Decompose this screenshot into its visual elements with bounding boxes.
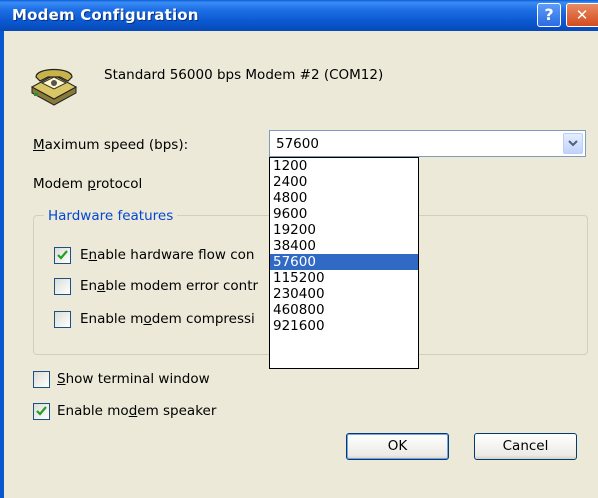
- speed-dropdown-list[interactable]: 1200 2400 4800 9600 19200 38400 57600 11…: [269, 157, 419, 369]
- flow-control-checkbox[interactable]: [54, 247, 71, 264]
- dialog-title: Modem Configuration: [12, 6, 199, 24]
- modem-speaker-checkbox[interactable]: [33, 403, 50, 420]
- max-speed-label: Maximum speed (bps):: [33, 137, 189, 153]
- help-icon: ?: [544, 5, 554, 24]
- speed-option[interactable]: 38400: [270, 238, 418, 254]
- compression-checkbox[interactable]: [54, 311, 71, 328]
- show-terminal-checkbox[interactable]: [33, 371, 50, 388]
- max-speed-select[interactable]: 57600: [269, 130, 586, 157]
- chevron-down-icon: [568, 140, 578, 147]
- modem-name-label: Standard 56000 bps Modem #2 (COM12): [104, 67, 384, 83]
- title-bar[interactable]: Modem Configuration ? ✕: [0, 0, 598, 31]
- cancel-button[interactable]: Cancel: [474, 433, 577, 460]
- modem-protocol-label: Modem protocol: [33, 176, 143, 192]
- speed-option[interactable]: 2400: [270, 174, 418, 190]
- window-frame: [0, 31, 4, 498]
- speed-option[interactable]: 460800: [270, 302, 418, 318]
- modem-speaker-label[interactable]: Enable modem speaker: [57, 403, 216, 419]
- speed-option[interactable]: 19200: [270, 222, 418, 238]
- check-mark-icon: [36, 406, 47, 416]
- speed-option[interactable]: 1200: [270, 158, 418, 174]
- hardware-features-title: Hardware features: [44, 208, 178, 224]
- speed-option-selected[interactable]: 57600: [270, 254, 418, 270]
- speed-option[interactable]: 115200: [270, 270, 418, 286]
- speed-option[interactable]: 921600: [270, 318, 418, 334]
- show-terminal-label[interactable]: Show terminal window: [57, 371, 210, 387]
- speed-option[interactable]: 4800: [270, 190, 418, 206]
- modem-phone-icon: [28, 55, 80, 107]
- speed-option[interactable]: 9600: [270, 206, 418, 222]
- speed-option[interactable]: 230400: [270, 286, 418, 302]
- help-button[interactable]: ?: [537, 3, 561, 27]
- error-control-checkbox[interactable]: [54, 278, 71, 295]
- ok-button[interactable]: OK: [346, 433, 449, 460]
- dropdown-button[interactable]: [563, 133, 583, 154]
- close-button[interactable]: ✕: [566, 3, 598, 27]
- close-icon: ✕: [575, 6, 589, 24]
- compression-label[interactable]: Enable modem compressi: [80, 311, 255, 327]
- flow-control-label[interactable]: Enable hardware flow con: [80, 247, 255, 263]
- modem-configuration-dialog: Modem Configuration ? ✕ Standard 56000 b…: [0, 0, 598, 498]
- error-control-label[interactable]: Enable modem error contr: [80, 278, 258, 294]
- max-speed-value: 57600: [276, 136, 319, 152]
- check-mark-icon: [57, 250, 68, 260]
